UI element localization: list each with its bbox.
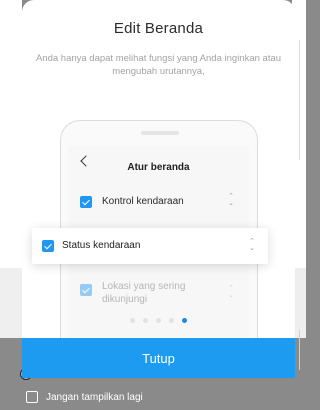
background-panel	[0, 268, 22, 338]
checkbox-checked-icon	[42, 240, 54, 252]
sort-icon: ⌃ ⌄	[249, 238, 255, 252]
preview-row-label: Status kendaraan	[62, 240, 141, 251]
close-button[interactable]: Tutup	[22, 338, 295, 378]
checkbox-checked-icon	[80, 196, 92, 208]
sort-icon: ⌃ ⌄	[228, 193, 234, 207]
preview-topbar: Atur beranda	[68, 146, 249, 182]
pager-dot	[130, 318, 135, 323]
dialog-subtitle: Anda hanya dapat melihat fungsi yang And…	[35, 53, 282, 77]
preview-row-label: Lokasi yang sering dikunjungi	[102, 281, 186, 305]
dont-show-again-checkbox[interactable]	[26, 391, 38, 403]
checkbox-checked-icon	[80, 284, 92, 296]
dont-show-again-row[interactable]: Jangan tampilkan lagi	[22, 384, 295, 410]
background-divider	[299, 330, 300, 370]
preview-screen-title: Atur beranda	[127, 162, 190, 173]
dragged-row-card: Status kendaraan ⌃ ⌄	[32, 228, 268, 264]
pager-dots	[22, 318, 295, 323]
phone-speaker	[141, 131, 179, 135]
pager-dot	[156, 318, 161, 323]
dont-show-again-label: Jangan tampilkan lagi	[46, 391, 143, 403]
pager-dot-active	[182, 318, 187, 323]
background-divider	[299, 40, 300, 160]
preview-row: Kontrol kendaraan ⌃ ⌄	[68, 184, 249, 220]
preview-row: Lokasi yang sering dikunjungi ⌃ ⌄	[68, 274, 249, 310]
pager-dot	[143, 318, 148, 323]
pager-dot	[169, 318, 174, 323]
edit-home-dialog: Edit Beranda Anda hanya dapat melihat fu…	[22, 0, 295, 378]
background-panel	[0, 0, 22, 268]
preview-row-label: Kontrol kendaraan	[102, 196, 184, 207]
dialog-title: Edit Beranda	[113, 20, 204, 37]
sort-icon: ⌃ ⌄	[228, 285, 234, 299]
